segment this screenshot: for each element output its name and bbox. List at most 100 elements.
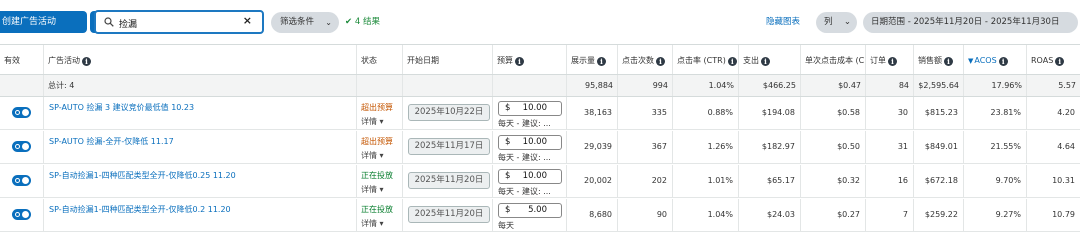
- totals-label: 总计: 4: [43, 75, 356, 96]
- header-status[interactable]: 状态: [356, 45, 402, 74]
- header-roas[interactable]: ROAS i: [1026, 45, 1080, 74]
- info-icon: i: [1055, 57, 1065, 66]
- create-campaign-button[interactable]: 创建广告活动: [0, 11, 87, 33]
- budget-amount: 10.00: [522, 103, 547, 113]
- status-details-link[interactable]: 详情 ▾: [361, 184, 384, 195]
- chevron-down-icon: ⌄: [325, 18, 332, 27]
- roas-cell: 10.79: [1026, 199, 1080, 231]
- impressions-cell: 38,163: [566, 97, 617, 129]
- search-input[interactable]: 捡漏 ×: [94, 10, 264, 34]
- active-cell: [0, 165, 43, 197]
- header-impressions[interactable]: 展示量 i: [566, 45, 617, 74]
- budget-input[interactable]: $10.00: [498, 135, 562, 150]
- start-date-field[interactable]: 2025年11月20日: [408, 206, 490, 223]
- spend-cell: $24.03: [738, 199, 800, 231]
- header-budget[interactable]: 预算 i: [492, 45, 566, 74]
- header-ctr[interactable]: 点击率 (CTR) i: [672, 45, 738, 74]
- active-toggle[interactable]: [12, 209, 31, 220]
- status-details-link[interactable]: 详情 ▾: [361, 150, 384, 161]
- ctr-cell: 1.04%: [672, 199, 738, 231]
- table-row: SP-AUTO 捡漏 3 建议竞价最低值 10.23 超出预算详情 ▾ 2025年1…: [0, 97, 1080, 130]
- cpc-cell: $0.58: [800, 97, 865, 129]
- status-details-link[interactable]: 详情 ▾: [361, 116, 384, 127]
- chevron-down-icon: ▾: [377, 219, 384, 228]
- ctr-cell: 0.88%: [672, 97, 738, 129]
- budget-input[interactable]: $10.00: [498, 101, 562, 116]
- sort-desc-icon: ▼: [968, 57, 974, 65]
- start-date-field[interactable]: 2025年11月20日: [408, 172, 490, 189]
- budget-amount: 10.00: [522, 137, 547, 147]
- status-cell: 超出预算详情 ▾: [356, 131, 402, 163]
- info-icon: i: [656, 57, 665, 66]
- roas-cell: 4.20: [1026, 97, 1080, 129]
- info-icon: i: [761, 57, 770, 66]
- active-toggle[interactable]: [12, 107, 31, 118]
- totals-clicks: 994: [617, 75, 672, 96]
- totals-cpc: $0.47: [800, 75, 865, 96]
- active-toggle[interactable]: [12, 141, 31, 152]
- filter-label: 筛选条件: [280, 17, 315, 27]
- currency-symbol: $: [505, 103, 511, 113]
- campaign-link[interactable]: SP-AUTO 捡漏 3 建议竞价最低值 10.23: [49, 102, 194, 113]
- totals-ctr: 1.04%: [672, 75, 738, 96]
- campaign-link[interactable]: SP-自动捡漏1-四种匹配类型全开-仅降低0.25 11.20: [49, 170, 236, 181]
- active-cell: [0, 97, 43, 129]
- clicks-cell: 202: [617, 165, 672, 197]
- header-sales[interactable]: 销售额 i: [913, 45, 963, 74]
- info-icon: i: [944, 57, 953, 66]
- header-cpc[interactable]: 单次点击成本 (CPC): [800, 45, 865, 74]
- roas-cell: 4.64: [1026, 131, 1080, 163]
- filter-button[interactable]: 筛选条件 ⌄: [271, 12, 339, 33]
- table-row: SP-自动捡漏1-四种匹配类型全开-仅降低0.2 11.20 正在投放详情 ▾ 20…: [0, 199, 1080, 232]
- header-spend[interactable]: 支出 i: [738, 45, 800, 74]
- acos-cell: 9.70%: [963, 165, 1026, 197]
- orders-cell: 31: [865, 131, 913, 163]
- totals-blank: [492, 75, 566, 96]
- hide-chart-link[interactable]: 隐藏图表: [766, 12, 800, 33]
- header-orders[interactable]: 订单 i: [865, 45, 913, 74]
- orders-cell: 16: [865, 165, 913, 197]
- status-label: 超出预算: [361, 137, 393, 146]
- budget-cell: $5.00 每天: [492, 199, 566, 231]
- budget-amount: 5.00: [528, 205, 547, 215]
- active-toggle[interactable]: [12, 175, 31, 186]
- header-start-date[interactable]: 开始日期: [402, 45, 492, 74]
- chevron-down-icon: ▾: [377, 151, 384, 160]
- header-acos[interactable]: ▼ACOS i: [963, 45, 1026, 74]
- cpc-cell: $0.50: [800, 131, 865, 163]
- status-details-link[interactable]: 详情 ▾: [361, 218, 384, 229]
- campaign-cell: SP-AUTO 捡漏-全开-仅降低 11.17: [43, 131, 356, 163]
- campaign-link[interactable]: SP-自动捡漏1-四种匹配类型全开-仅降低0.2 11.20: [49, 204, 231, 215]
- acos-cell: 21.55%: [963, 131, 1026, 163]
- budget-suggestion: 每天 - 建议: ...: [498, 119, 551, 128]
- orders-cell: 30: [865, 97, 913, 129]
- start-date-field[interactable]: 2025年11月17日: [408, 138, 490, 155]
- budget-input[interactable]: $10.00: [498, 169, 562, 184]
- campaign-cell: SP-AUTO 捡漏 3 建议竞价最低值 10.23: [43, 97, 356, 129]
- header-campaign[interactable]: 广告活动 i: [43, 45, 356, 74]
- clear-icon[interactable]: ×: [243, 14, 252, 27]
- orders-cell: 7: [865, 199, 913, 231]
- status-label: 超出预算: [361, 103, 393, 112]
- sales-cell: $849.01: [913, 131, 963, 163]
- header-clicks[interactable]: 点击次数 i: [617, 45, 672, 74]
- start-date-field[interactable]: 2025年10月22日: [408, 104, 490, 121]
- budget-suggestion: 每天 - 建议: ...: [498, 153, 551, 162]
- header-active: 有效: [4, 56, 20, 65]
- info-icon: i: [515, 57, 524, 66]
- info-icon: i: [998, 57, 1008, 66]
- impressions-cell: 29,039: [566, 131, 617, 163]
- totals-orders: 84: [865, 75, 913, 96]
- campaign-link[interactable]: SP-AUTO 捡漏-全开-仅降低 11.17: [49, 136, 174, 147]
- acos-cell: 9.27%: [963, 199, 1026, 231]
- check-icon: ✔: [345, 17, 353, 27]
- toolbar: 创建广告活动 ··· 捡漏 × 筛选条件 ⌄ ✔ 4 结果 隐藏图表 列 ⌄ 日…: [0, 0, 1080, 44]
- columns-button[interactable]: 列 ⌄: [816, 12, 857, 33]
- budget-input[interactable]: $5.00: [498, 203, 562, 218]
- date-range-button[interactable]: 日期范围 - 2025年11月20日 - 2025年11月30日: [863, 12, 1078, 33]
- currency-symbol: $: [505, 171, 511, 181]
- columns-label: 列: [824, 17, 833, 27]
- result-label: 4 结果: [354, 17, 380, 27]
- table-header: 有效 广告活动 i 状态 开始日期 预算 i 展示量 i 点击次数 i 点击率 (CTR…: [0, 44, 1080, 75]
- status-label: 正在投放: [361, 205, 393, 214]
